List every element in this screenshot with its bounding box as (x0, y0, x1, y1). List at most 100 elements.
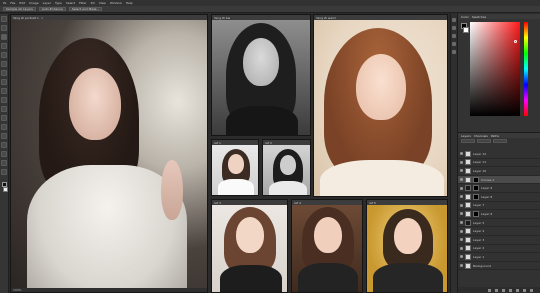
eye-icon[interactable] (460, 152, 463, 156)
close-icon[interactable]: × (41, 16, 44, 20)
select-and-mask-button[interactable]: Select and Mask... (68, 7, 103, 11)
tab-channels[interactable]: Channels (474, 134, 488, 138)
layer-row[interactable]: Layer 6 (458, 210, 540, 219)
eye-icon[interactable] (460, 178, 463, 182)
layer-row[interactable]: Background (458, 262, 540, 271)
color-picker-cursor[interactable] (514, 40, 517, 43)
layer-row[interactable]: Layer 11 (458, 159, 540, 168)
layer-row[interactable]: Layer 1 (458, 253, 540, 262)
quick-select-tool-icon[interactable] (1, 34, 7, 40)
zoom-tool-icon[interactable] (1, 169, 7, 175)
brush-settings-icon[interactable] (452, 50, 456, 54)
eye-icon[interactable] (460, 195, 463, 199)
document-canvas[interactable] (212, 145, 258, 195)
folder-icon[interactable] (516, 288, 519, 292)
gradient-tool-icon[interactable] (1, 106, 7, 112)
layer-mask-thumbnail[interactable] (473, 185, 479, 192)
eye-icon[interactable] (460, 229, 463, 233)
blend-mode-select[interactable] (477, 139, 491, 143)
crop-tool-icon[interactable] (1, 43, 7, 49)
eye-icon[interactable] (460, 212, 463, 216)
document-window[interactable]: Yang Zi warm (313, 14, 448, 197)
portrait-top (298, 263, 358, 292)
brush-tool-icon[interactable] (1, 70, 7, 76)
background-color-swatch[interactable] (463, 27, 469, 33)
layer-row[interactable]: Layer 12 (458, 150, 540, 159)
document-window[interactable]: ref 5 (366, 199, 448, 293)
layer-row[interactable]: Layer 5 (458, 219, 540, 228)
eye-icon[interactable] (460, 186, 463, 190)
tab-color[interactable]: Color (461, 15, 469, 19)
document-window[interactable]: Yang Zi bw (211, 14, 311, 136)
path-select-tool-icon[interactable] (1, 142, 7, 148)
new-layer-icon[interactable] (523, 288, 526, 292)
tab-paths[interactable]: Paths (491, 134, 499, 138)
portrait-face (243, 38, 279, 86)
document-window[interactable]: Yang Zi portrait 1 × 100% (10, 14, 208, 293)
info-icon[interactable] (452, 42, 456, 46)
layer-row[interactable]: Layer 4 (458, 227, 540, 236)
document-canvas[interactable] (314, 20, 447, 196)
portrait-face (394, 218, 422, 254)
document-canvas[interactable] (11, 20, 207, 292)
opacity-field[interactable] (493, 139, 507, 143)
eraser-tool-icon[interactable] (1, 97, 7, 103)
hue-slider[interactable] (524, 22, 528, 116)
eye-icon[interactable] (460, 246, 463, 250)
layer-row[interactable]: Layer 10 (458, 167, 540, 176)
dodge-tool-icon[interactable] (1, 115, 7, 121)
layer-row[interactable]: Layer 7 (458, 202, 540, 211)
clone-stamp-tool-icon[interactable] (1, 79, 7, 85)
layer-mask-thumbnail[interactable] (473, 176, 479, 183)
eye-icon[interactable] (460, 264, 463, 268)
link-icon[interactable] (488, 288, 491, 292)
layer-thumbnail (465, 253, 471, 260)
document-canvas[interactable] (292, 205, 362, 292)
shape-tool-icon[interactable] (1, 151, 7, 157)
layer-row[interactable]: Layer 3 (458, 236, 540, 245)
document-canvas[interactable] (263, 145, 310, 195)
tab-layers[interactable]: Layers (461, 134, 471, 138)
eyedropper-tool-icon[interactable] (1, 52, 7, 58)
adjustment-icon[interactable] (509, 288, 512, 292)
layer-mask-thumbnail[interactable] (473, 193, 479, 200)
fx-icon[interactable] (495, 288, 498, 292)
layer-filter-select[interactable] (461, 139, 475, 143)
layer-thumbnail (465, 159, 471, 166)
history-brush-tool-icon[interactable] (1, 88, 7, 94)
eye-icon[interactable] (460, 255, 463, 259)
mask-icon[interactable] (502, 288, 505, 292)
layer-row[interactable]: Layer 8 (458, 193, 540, 202)
hand-tool-icon[interactable] (1, 160, 7, 166)
color-picker-field[interactable] (470, 22, 520, 116)
adjustments-icon[interactable] (452, 34, 456, 38)
eye-icon[interactable] (460, 203, 463, 207)
document-window[interactable]: ref 3 (211, 199, 288, 293)
background-color-swatch[interactable] (3, 187, 8, 192)
layer-mask-thumbnail[interactable] (473, 210, 479, 217)
healing-tool-icon[interactable] (1, 61, 7, 67)
option-sample-all-layers[interactable]: Sample All Layers (3, 7, 36, 11)
document-window[interactable]: ref 4 (291, 199, 363, 293)
layer-row[interactable]: Curves 1 (458, 175, 540, 185)
layer-row[interactable]: Layer 9 (458, 184, 540, 193)
eye-icon[interactable] (460, 169, 463, 173)
document-canvas[interactable] (212, 20, 310, 135)
type-tool-icon[interactable] (1, 133, 7, 139)
properties-icon[interactable] (452, 26, 456, 30)
tab-swatches[interactable]: Swatches (472, 15, 486, 19)
document-window[interactable]: ref 2 (262, 139, 311, 196)
document-canvas[interactable] (367, 205, 447, 292)
document-window[interactable]: ref 1 (211, 139, 259, 196)
option-auto-enhance[interactable]: Auto-Enhance (38, 7, 66, 11)
document-canvas[interactable] (212, 205, 287, 292)
pen-tool-icon[interactable] (1, 124, 7, 130)
history-icon[interactable] (452, 18, 456, 22)
move-tool-icon[interactable] (1, 16, 7, 22)
marquee-tool-icon[interactable] (1, 25, 7, 31)
trash-icon[interactable] (530, 288, 533, 292)
eye-icon[interactable] (460, 221, 463, 225)
layer-row[interactable]: Layer 2 (458, 245, 540, 254)
eye-icon[interactable] (460, 238, 463, 242)
eye-icon[interactable] (460, 160, 463, 164)
